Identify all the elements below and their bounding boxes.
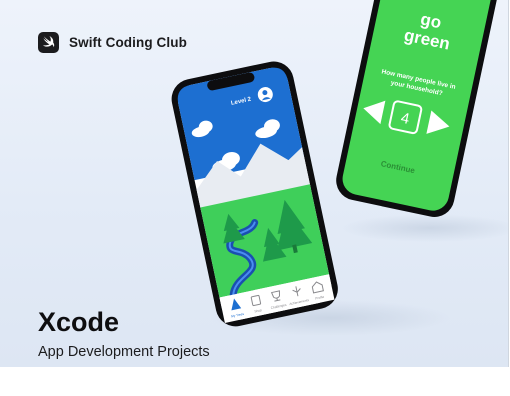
back-phone: go green How many people live in your ho… <box>336 0 499 217</box>
page-title: Xcode <box>38 307 120 337</box>
cover-card: Swift Coding Club go green How many peop… <box>0 0 509 367</box>
phone-shadow <box>340 214 508 242</box>
page-footer-area <box>0 367 510 396</box>
front-phone: Level 2 My Trees Shop Challenges Achieve… <box>171 61 338 327</box>
page-subtitle: App Development Projects <box>38 344 210 360</box>
